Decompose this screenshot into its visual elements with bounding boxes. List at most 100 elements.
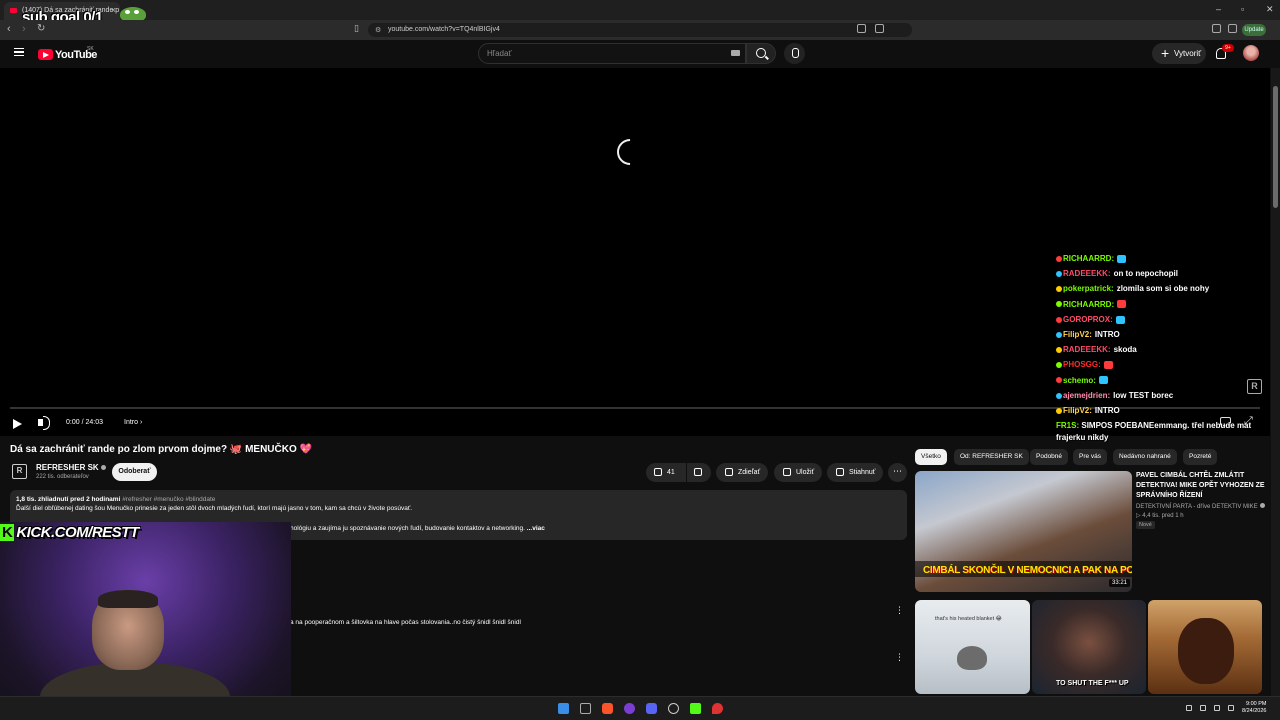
tray-chevron-icon[interactable] bbox=[1186, 705, 1192, 711]
user-avatar[interactable] bbox=[1243, 45, 1259, 61]
recommended-title[interactable]: PAVEL CIMBÁL CHTĚL ZMLÁTIT DETEKTIVA! MI… bbox=[1136, 471, 1266, 501]
dislike-button[interactable] bbox=[687, 463, 711, 482]
chat-username: pokerpatrick: bbox=[1063, 284, 1114, 294]
maximize-icon[interactable]: ▫ bbox=[1241, 4, 1244, 14]
hamburger-menu-icon[interactable] bbox=[14, 48, 24, 56]
comment-menu-icon[interactable]: ⋮ bbox=[895, 652, 904, 663]
chat-username: RADEEEKK: bbox=[1063, 345, 1111, 355]
short-thumbnail[interactable]: that's his heated blanket 😂 bbox=[915, 600, 1030, 694]
reload-icon[interactable]: ↻ bbox=[37, 23, 45, 34]
chip-5[interactable]: Pozreté bbox=[1183, 449, 1218, 465]
cast-icon[interactable] bbox=[875, 24, 884, 33]
like-button[interactable]: 41 bbox=[646, 463, 686, 482]
chat-text: SIMPOS POEBANEemmang. třel nebude mat fr… bbox=[1056, 421, 1252, 442]
country-code: SK bbox=[87, 46, 94, 52]
app-icon-red[interactable] bbox=[712, 703, 723, 714]
save-button[interactable]: Uložiť bbox=[774, 463, 822, 482]
short-thumbnail[interactable]: TO SHUT THE F*** UP bbox=[1032, 600, 1146, 694]
bookmark-icon[interactable]: ▯ bbox=[354, 23, 359, 34]
chat-emote-icon bbox=[1117, 300, 1127, 309]
page-scrollbar[interactable] bbox=[1271, 68, 1280, 696]
description-line-2: hológiu a zaujíma ju spoznávanie nových … bbox=[290, 525, 545, 532]
thumbnail-caption: CIMBÁL SKONČIL V NEMOCNICI A PAK NA POLI… bbox=[923, 565, 1132, 576]
views-time: 1,8 tis. zhliadnutí pred 2 hodinami bbox=[16, 496, 121, 503]
extensions-icon[interactable] bbox=[1212, 24, 1221, 33]
chat-badge-icon bbox=[1056, 255, 1062, 262]
youtube-favicon-icon bbox=[10, 8, 17, 13]
chat-text: on to nepochopil bbox=[1113, 269, 1178, 279]
obs-icon[interactable] bbox=[668, 703, 679, 714]
subscribe-button[interactable]: Odoberať bbox=[112, 463, 157, 481]
save-label: Uložiť bbox=[796, 469, 815, 476]
chip-0[interactable]: Všetko bbox=[915, 449, 947, 465]
chip-4[interactable]: Nedávno nahrané bbox=[1113, 449, 1177, 465]
url-text: youtube.com/watch?v=TQ4nlBIGjv4 bbox=[388, 26, 500, 33]
notification-badge: 9+ bbox=[1222, 44, 1234, 52]
chapter-button[interactable]: Intro › bbox=[124, 419, 142, 426]
minimize-icon[interactable]: – bbox=[1216, 4, 1221, 14]
forward-icon[interactable]: › bbox=[22, 23, 26, 35]
channel-name[interactable]: REFRESHER SK bbox=[36, 463, 106, 472]
close-tab-icon[interactable]: × bbox=[111, 5, 116, 15]
show-more-link[interactable]: ...viac bbox=[527, 525, 545, 532]
voice-search-button[interactable] bbox=[784, 43, 805, 64]
start-menu-icon[interactable] bbox=[558, 703, 569, 714]
thumbs-down-icon bbox=[694, 468, 702, 476]
site-info-icon[interactable]: ⚙ bbox=[375, 26, 381, 34]
close-window-icon[interactable]: ✕ bbox=[1266, 4, 1274, 15]
url-field[interactable]: ⚙ youtube.com/watch?v=TQ4nlBIGjv4 bbox=[368, 23, 912, 37]
clock[interactable]: 9:00 PM 8/24/2026 bbox=[1242, 701, 1266, 715]
discord-icon[interactable] bbox=[646, 703, 657, 714]
verified-icon bbox=[1259, 503, 1265, 508]
wolf-image bbox=[957, 646, 987, 670]
chat-message: RADEEEKK: on to nepochopil bbox=[1056, 267, 1270, 282]
kick-app-icon[interactable] bbox=[690, 703, 701, 714]
chat-username: schemo: bbox=[1063, 375, 1096, 385]
keyboard-icon[interactable] bbox=[731, 50, 740, 56]
create-button[interactable]: + Vytvoriť bbox=[1152, 43, 1206, 64]
scrollbar-thumb[interactable] bbox=[1273, 86, 1278, 208]
speaker-icon[interactable] bbox=[1228, 705, 1234, 711]
youtube-logo-icon[interactable] bbox=[38, 49, 53, 60]
task-view-icon[interactable] bbox=[580, 703, 591, 714]
recommended-thumbnail[interactable]: CIMBÁL SKONČIL V NEMOCNICI A PAK NA POLI… bbox=[915, 471, 1132, 592]
comment-menu-icon[interactable]: ⋮ bbox=[895, 605, 904, 616]
recommended-channel[interactable]: DETEKTIVNÍ PARTA - dříve DETEKTIV MIKE bbox=[1136, 503, 1265, 510]
back-icon[interactable]: ‹ bbox=[7, 23, 11, 35]
chat-username: GOROPROX: bbox=[1063, 314, 1113, 324]
comment-text: a na pooperačnom a šiltovka na hlave poč… bbox=[290, 619, 521, 626]
app-icon[interactable] bbox=[624, 703, 635, 714]
chat-message: RICHAARRD: bbox=[1056, 252, 1270, 267]
chat-username: FilipV2: bbox=[1063, 329, 1092, 339]
chat-badge-icon bbox=[1056, 347, 1062, 354]
chat-emote-icon bbox=[1098, 376, 1108, 385]
recommended-meta: ▷ 4,4 tis. pred 1 h bbox=[1136, 513, 1184, 519]
chip-3[interactable]: Pre vás bbox=[1073, 449, 1108, 465]
network-icon[interactable] bbox=[1214, 705, 1220, 711]
channel-avatar[interactable]: R bbox=[12, 464, 27, 479]
search-button[interactable] bbox=[746, 43, 776, 64]
chat-badge-icon bbox=[1056, 392, 1062, 399]
video-meta: 1,8 tis. zhliadnutí pred 2 hodinami #ref… bbox=[16, 496, 215, 503]
chat-username: RICHAARRD: bbox=[1063, 299, 1115, 309]
share-icon bbox=[725, 468, 733, 476]
play-button[interactable] bbox=[13, 419, 22, 429]
short-thumbnail[interactable] bbox=[1148, 600, 1262, 694]
chip-1[interactable]: Od: REFRESHER SK bbox=[954, 449, 1029, 465]
hashtags[interactable]: #refresher #menučko #blinddate bbox=[122, 496, 215, 503]
media-icon[interactable] bbox=[1228, 24, 1237, 33]
download-button[interactable]: Stiahnuť bbox=[827, 463, 883, 482]
mic-tray-icon[interactable] bbox=[1200, 705, 1206, 711]
volume-icon[interactable] bbox=[38, 416, 50, 430]
translate-icon[interactable] bbox=[857, 24, 866, 33]
search-input[interactable]: Hľadať bbox=[478, 43, 746, 64]
brave-browser-icon[interactable] bbox=[602, 703, 613, 714]
chapter-label: Intro bbox=[124, 419, 139, 426]
windows-taskbar: 9:00 PM 8/24/2026 bbox=[0, 696, 1280, 720]
more-actions-button[interactable]: ⋯ bbox=[888, 463, 907, 482]
chat-badge-icon bbox=[1056, 362, 1062, 369]
update-button[interactable]: Update bbox=[1242, 24, 1266, 36]
stream-chat-overlay: RICHAARRD: RADEEEKK: on to nepochopil poker… bbox=[1056, 252, 1270, 419]
chip-2[interactable]: Podobné bbox=[1030, 449, 1069, 465]
share-button[interactable]: Zdieľať bbox=[716, 463, 768, 482]
